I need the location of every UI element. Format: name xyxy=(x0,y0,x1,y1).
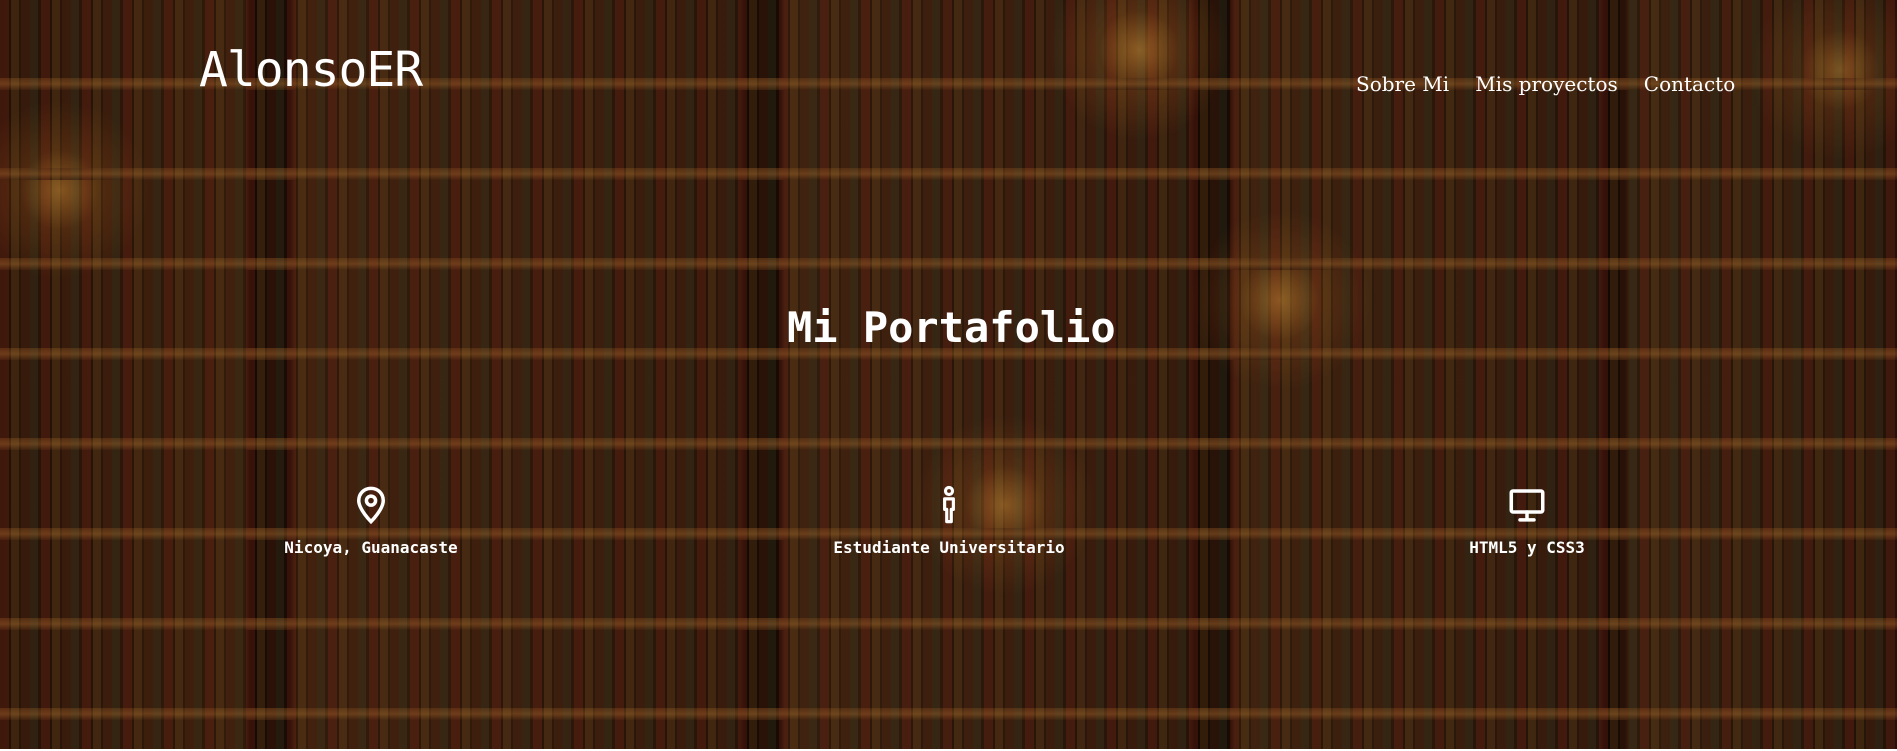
page-title: Mi Portafolio xyxy=(787,303,1116,352)
feature-location: Nicoya, Guanacaste xyxy=(211,484,531,557)
location-pin-icon xyxy=(356,486,386,525)
feature-student-label: Estudiante Universitario xyxy=(833,538,1065,557)
feature-skills-label: HTML5 y CSS3 xyxy=(1469,538,1585,557)
person-icon xyxy=(943,485,955,524)
nav-link-sobre-mi[interactable]: Sobre Mi xyxy=(1356,74,1449,94)
feature-skills: HTML5 y CSS3 xyxy=(1367,484,1687,557)
dark-overlay xyxy=(0,0,1897,751)
hero-background: AlonsoER Sobre Mi Mis proyectos Contacto… xyxy=(0,0,1897,751)
feature-student: Estudiante Universitario xyxy=(789,484,1109,557)
main-nav: Sobre Mi Mis proyectos Contacto xyxy=(1356,74,1735,94)
brand-logo[interactable]: AlonsoER xyxy=(199,46,423,94)
monitor-icon xyxy=(1509,489,1545,522)
feature-location-label: Nicoya, Guanacaste xyxy=(284,538,458,557)
nav-link-mis-proyectos[interactable]: Mis proyectos xyxy=(1475,74,1618,94)
nav-link-contacto[interactable]: Contacto xyxy=(1644,74,1735,94)
